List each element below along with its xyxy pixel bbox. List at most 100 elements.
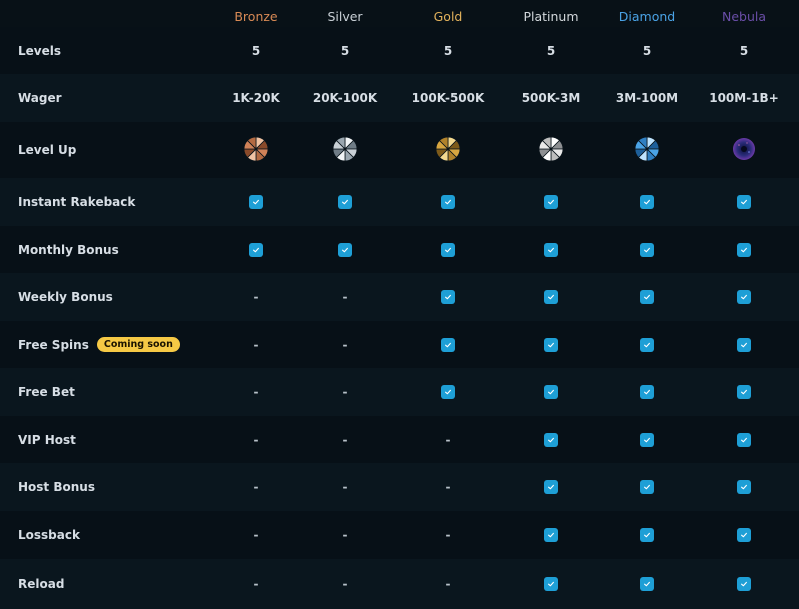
row-reload: Reload - - - <box>0 559 799 609</box>
row-label-lossback: Lossback <box>18 511 80 559</box>
row-label-text: Free Spins <box>18 337 89 352</box>
wager-platinum-cell: 500K-3M <box>511 74 591 122</box>
row-label-wager: Wager <box>18 74 62 122</box>
wager-silver-cell: 20K-100K <box>305 74 385 122</box>
row-label-text: Reload <box>18 577 65 591</box>
not-included-dash: - <box>253 432 259 447</box>
lossback-platinum-cell <box>511 511 591 559</box>
cell-value: 20K-100K <box>312 91 378 105</box>
host-bonus-bronze-cell: - <box>216 463 296 511</box>
row-label-text: Level Up <box>18 143 77 157</box>
checkmark-icon <box>441 242 455 257</box>
row-label-vip-host: VIP Host <box>18 416 76 463</box>
not-included-dash: - <box>445 432 451 447</box>
checkmark-icon <box>544 528 558 542</box>
row-label-text: VIP Host <box>18 432 76 447</box>
checkmark-icon <box>249 242 263 257</box>
checkmark-icon <box>441 385 455 399</box>
row-label-text: Instant Rakeback <box>18 195 136 209</box>
weekly-bonus-platinum-cell <box>511 273 591 321</box>
checkmark-icon <box>737 528 751 542</box>
host-bonus-silver-cell: - <box>305 463 385 511</box>
platinum-medal-icon <box>538 136 564 165</box>
not-included-dash: - <box>253 528 259 542</box>
checkmark-icon <box>544 242 558 257</box>
row-label-text: Host Bonus <box>18 480 95 494</box>
checkmark-icon <box>544 385 558 399</box>
level-up-bronze-cell <box>216 122 296 178</box>
row-level-up: Level Up <box>0 122 799 178</box>
levels-diamond-cell: 5 <box>607 27 687 74</box>
wager-diamond-cell: 3M-100M <box>607 74 687 122</box>
not-included-dash: - <box>342 385 348 399</box>
lossback-bronze-cell: - <box>216 511 296 559</box>
row-label-text: Levels <box>18 43 62 58</box>
row-label-text: Weekly Bonus <box>18 290 113 304</box>
reload-bronze-cell: - <box>216 559 296 609</box>
lossback-silver-cell: - <box>305 511 385 559</box>
reload-gold-cell: - <box>408 559 488 609</box>
checkmark-icon <box>640 242 654 257</box>
host-bonus-gold-cell: - <box>408 463 488 511</box>
diamond-medal-icon <box>634 136 660 165</box>
row-label-weekly-bonus: Weekly Bonus <box>18 273 113 321</box>
monthly-bonus-gold-cell <box>408 226 488 273</box>
lossback-gold-cell: - <box>408 511 488 559</box>
levels-silver-cell: 5 <box>305 27 385 74</box>
checkmark-icon <box>737 195 751 209</box>
host-bonus-platinum-cell <box>511 463 591 511</box>
gold-medal-icon <box>435 136 461 165</box>
level-up-gold-cell <box>408 122 488 178</box>
not-included-dash: - <box>253 577 259 591</box>
levels-platinum-cell: 5 <box>511 27 591 74</box>
lossback-diamond-cell <box>607 511 687 559</box>
row-weekly-bonus: Weekly Bonus - - <box>0 273 799 321</box>
checkmark-icon <box>544 195 558 209</box>
not-included-dash: - <box>342 337 348 352</box>
instant-rakeback-silver-cell <box>305 178 385 226</box>
reload-diamond-cell <box>607 559 687 609</box>
row-label-instant-rakeback: Instant Rakeback <box>18 178 135 226</box>
not-included-dash: - <box>253 337 259 352</box>
nebula-medal-icon <box>731 136 757 165</box>
checkmark-icon <box>640 432 654 447</box>
row-free-bet: Free Bet - - <box>0 368 799 416</box>
checkmark-icon <box>441 195 455 209</box>
cell-value: 3M-100M <box>615 91 679 105</box>
level-up-nebula-cell <box>704 122 784 178</box>
free-bet-bronze-cell: - <box>216 368 296 416</box>
cell-value: 5 <box>443 43 453 58</box>
checkmark-icon <box>640 577 654 591</box>
checkmark-icon <box>737 432 751 447</box>
instant-rakeback-nebula-cell <box>704 178 784 226</box>
wager-nebula-cell: 100M-1B+ <box>704 74 784 122</box>
checkmark-icon <box>544 290 558 304</box>
checkmark-icon <box>737 242 751 257</box>
checkmark-icon <box>640 195 654 209</box>
not-included-dash: - <box>253 290 259 304</box>
checkmark-icon <box>640 337 654 352</box>
row-label-free-bet: Free Bet <box>18 368 75 416</box>
not-included-dash: - <box>342 432 348 447</box>
row-label-text: Free Bet <box>18 385 75 399</box>
row-monthly-bonus: Monthly Bonus <box>0 226 799 273</box>
wager-gold-cell: 100K-500K <box>408 74 488 122</box>
free-spins-bronze-cell: - <box>216 321 296 368</box>
not-included-dash: - <box>253 385 259 399</box>
level-up-diamond-cell <box>607 122 687 178</box>
checkmark-icon <box>640 528 654 542</box>
free-spins-gold-cell <box>408 321 488 368</box>
free-spins-diamond-cell <box>607 321 687 368</box>
checkmark-icon <box>737 480 751 494</box>
weekly-bonus-diamond-cell <box>607 273 687 321</box>
row-lossback: Lossback - - - <box>0 511 799 559</box>
not-included-dash: - <box>445 577 451 591</box>
checkmark-icon <box>338 242 352 257</box>
row-label-text: Monthly Bonus <box>18 242 119 257</box>
instant-rakeback-diamond-cell <box>607 178 687 226</box>
row-label-reload: Reload <box>18 559 64 609</box>
level-up-silver-cell <box>305 122 385 178</box>
host-bonus-diamond-cell <box>607 463 687 511</box>
checkmark-icon <box>441 337 455 352</box>
levels-nebula-cell: 5 <box>704 27 784 74</box>
